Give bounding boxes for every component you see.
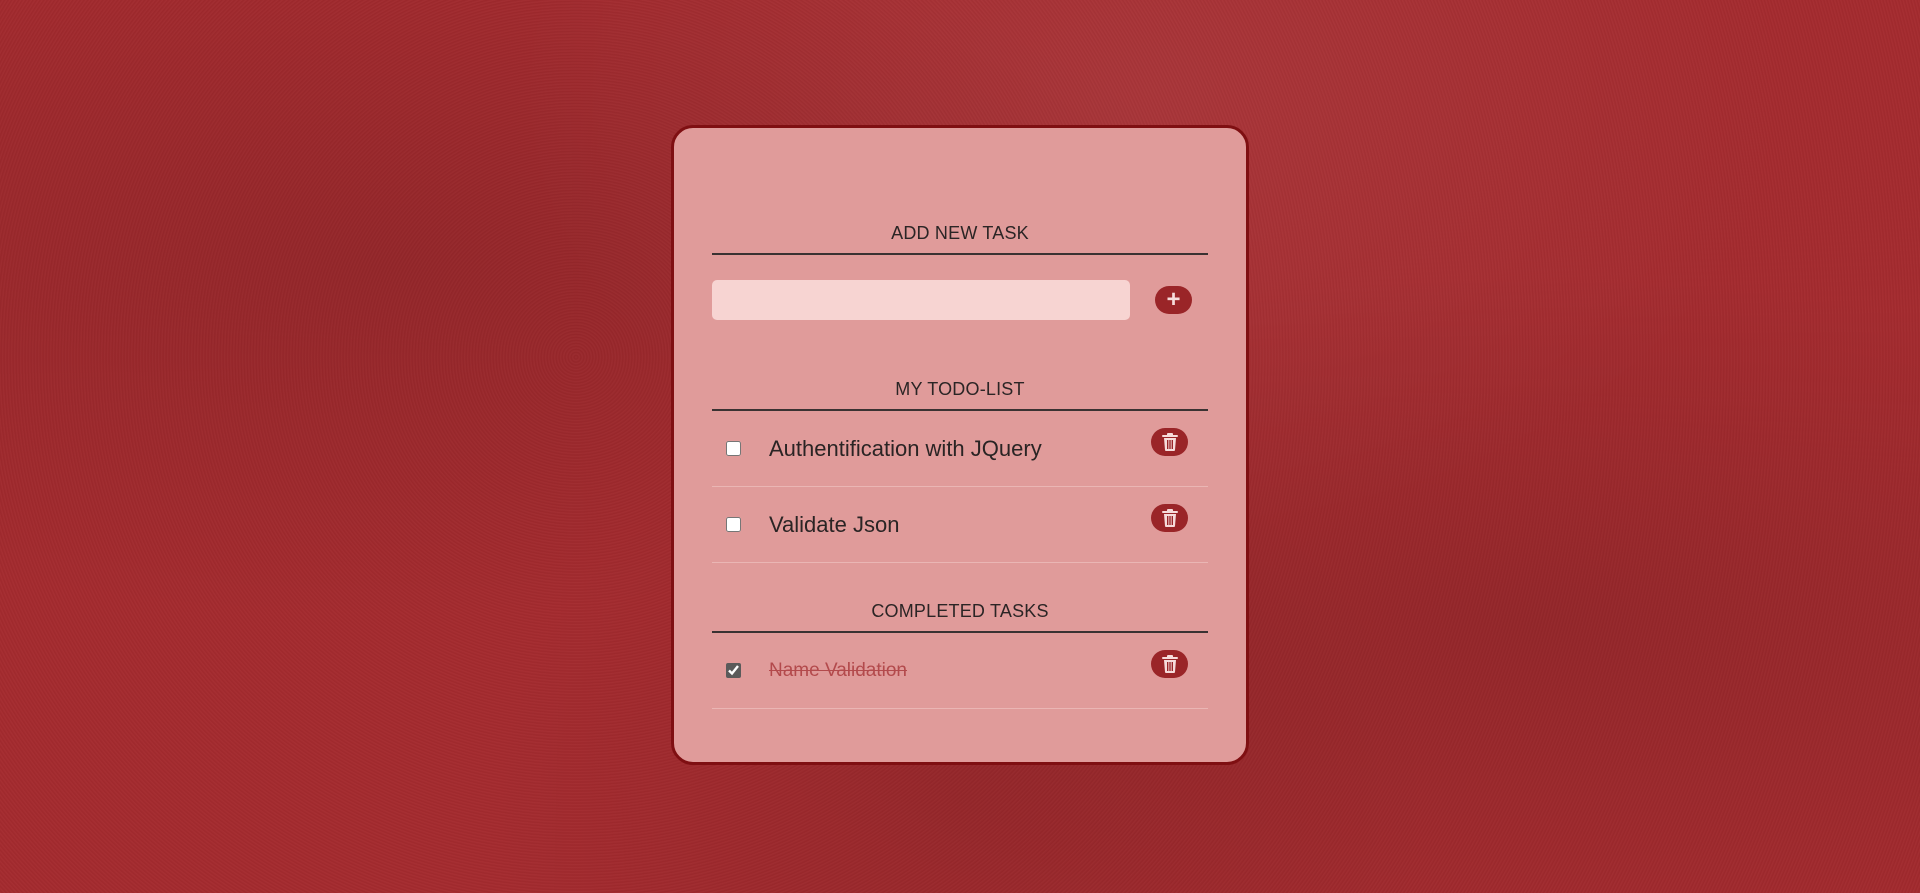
- add-task-row: +: [712, 280, 1208, 320]
- delete-task-button[interactable]: [1151, 504, 1188, 532]
- todo-list: Authentification with JQuery Validate Js…: [712, 411, 1208, 563]
- todo-item-label: Validate Json: [769, 511, 900, 537]
- todo-item: Authentification with JQuery: [712, 411, 1208, 487]
- add-task-title: ADD NEW TASK: [712, 223, 1208, 255]
- completed-item-checkbox[interactable]: [726, 663, 741, 678]
- trash-icon: [1161, 433, 1178, 451]
- trash-icon: [1161, 509, 1178, 527]
- completed-item: Name Validation: [712, 633, 1208, 709]
- trash-icon: [1161, 655, 1178, 673]
- todo-item: Validate Json: [712, 487, 1208, 563]
- todo-card: ADD NEW TASK + MY TODO-LIST Authentifica…: [671, 125, 1249, 765]
- todo-item-label: Authentification with JQuery: [769, 435, 1042, 461]
- todo-item-checkbox[interactable]: [726, 441, 741, 456]
- completed-item-label: Name Validation: [769, 659, 908, 681]
- plus-icon: +: [1166, 286, 1181, 313]
- add-task-button[interactable]: +: [1155, 286, 1192, 314]
- new-task-input[interactable]: [712, 280, 1130, 320]
- completed-tasks-title: COMPLETED TASKS: [712, 601, 1208, 633]
- completed-list: Name Validation: [712, 633, 1208, 709]
- todo-item-checkbox[interactable]: [726, 517, 741, 532]
- delete-task-button[interactable]: [1151, 428, 1188, 456]
- delete-task-button[interactable]: [1151, 650, 1188, 678]
- todo-list-title: MY TODO-LIST: [712, 379, 1208, 411]
